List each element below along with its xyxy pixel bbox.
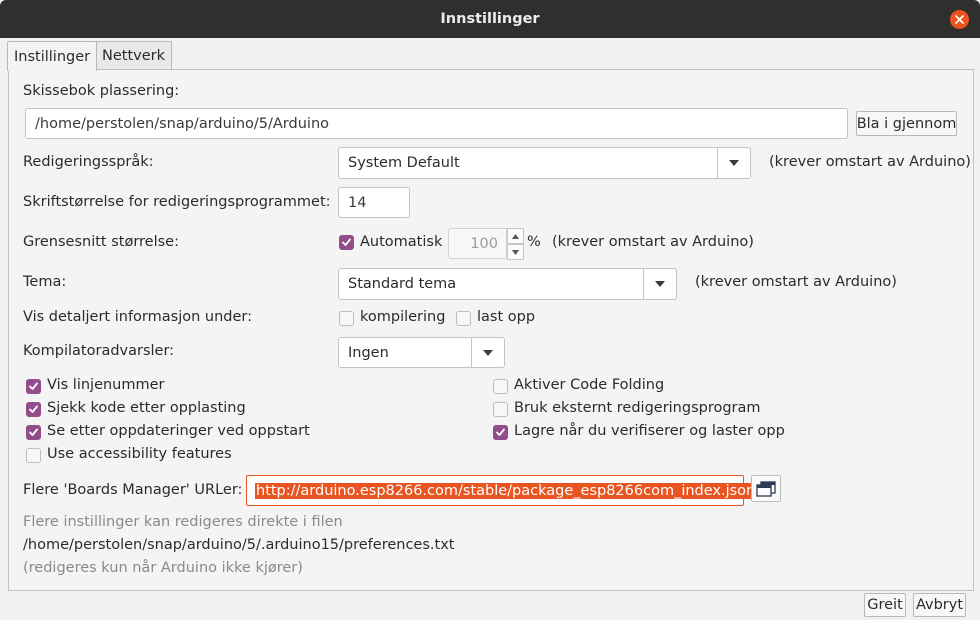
check-updates-label: Se etter oppdateringer ved oppstart: [47, 423, 310, 439]
auto-scale-checkbox[interactable]: [339, 235, 354, 250]
show-line-numbers-checkbox[interactable]: [26, 379, 41, 394]
checkmark-icon: [342, 238, 351, 246]
accessibility-label: Use accessibility features: [47, 446, 232, 462]
compiler-warnings-select[interactable]: Ingen: [338, 337, 505, 368]
interface-scale-note: (krever omstart av Arduino): [552, 234, 754, 250]
chevron-up-icon[interactable]: [507, 228, 524, 244]
scale-stepper[interactable]: [507, 228, 524, 260]
save-on-verify-label: Lagre når du verifiserer og laster opp: [514, 423, 785, 439]
chevron-down-icon: [643, 269, 676, 299]
tab-label: Instillinger: [14, 48, 91, 65]
verbose-label: Vis detaljert informasjon under:: [23, 309, 252, 325]
info-line-1: Flere instillinger kan redigeres direkte…: [23, 514, 343, 530]
verbose-upload-checkbox[interactable]: [456, 311, 471, 326]
verbose-compile-checkbox[interactable]: [339, 311, 354, 326]
ok-button[interactable]: Greit: [864, 593, 906, 617]
scale-input[interactable]: 100: [448, 228, 507, 259]
title-bar: Innstillinger: [0, 0, 980, 38]
chevron-down-icon[interactable]: [507, 244, 524, 260]
boards-manager-url-input[interactable]: http://arduino.esp8266.com/stable/packag…: [246, 475, 757, 506]
cancel-button[interactable]: Avbryt: [913, 593, 966, 617]
ok-button-label: Greit: [867, 597, 903, 613]
tab-network[interactable]: Nettverk: [95, 41, 172, 70]
checkmark-icon: [29, 405, 38, 413]
theme-value: Standard tema: [348, 276, 457, 292]
chevron-down-icon: [471, 338, 504, 367]
tab-label: Nettverk: [102, 48, 165, 64]
sketchbook-path-value: /home/perstolen/snap/arduino/5/Arduino: [35, 115, 330, 132]
theme-select[interactable]: Standard tema: [338, 268, 677, 300]
tab-settings[interactable]: Instillinger: [7, 41, 98, 71]
accessibility-checkbox[interactable]: [26, 448, 41, 463]
show-line-numbers-label: Vis linjenummer: [47, 377, 165, 393]
auto-scale-label: Automatisk: [360, 234, 443, 250]
sketchbook-path-input[interactable]: /home/perstolen/snap/arduino/5/Arduino: [25, 108, 848, 139]
info-line-3: (redigeres kun når Arduino ikke kjører): [23, 560, 303, 576]
close-button[interactable]: [950, 10, 969, 29]
save-on-verify-checkbox[interactable]: [493, 425, 508, 440]
browse-button[interactable]: Bla i gjennom: [856, 111, 957, 136]
checkmark-icon: [29, 428, 38, 436]
compiler-warnings-value: Ingen: [348, 344, 389, 361]
checkmark-icon: [496, 428, 505, 436]
font-size-input[interactable]: 14: [338, 187, 410, 218]
verbose-compile-label: kompilering: [360, 309, 446, 325]
edit-urls-button[interactable]: [751, 475, 781, 502]
font-size-label: Skriftstørrelse for redigeringsprogramme…: [23, 194, 331, 210]
editor-language-select[interactable]: System Default: [338, 147, 751, 179]
close-icon: [955, 15, 964, 24]
verbose-upload-label: last opp: [477, 309, 536, 325]
browse-button-label: Bla i gjennom: [856, 115, 957, 132]
code-folding-checkbox[interactable]: [493, 379, 508, 394]
verify-after-upload-label: Sjekk kode etter opplasting: [47, 400, 246, 416]
cancel-button-label: Avbryt: [915, 597, 964, 613]
scale-unit: %: [527, 234, 541, 250]
check-updates-checkbox[interactable]: [26, 425, 41, 440]
theme-label: Tema:: [23, 274, 67, 290]
external-editor-checkbox[interactable]: [493, 402, 508, 417]
settings-panel: Skissebok plassering: /home/perstolen/sn…: [8, 69, 974, 591]
window-title: Innstillinger: [440, 11, 540, 27]
external-editor-label: Bruk eksternt redigeringsprogram: [514, 400, 761, 416]
sketchbook-label: Skissebok plassering:: [23, 83, 180, 99]
scale-value: 100: [470, 235, 498, 252]
checkmark-icon: [29, 382, 38, 390]
tab-bar: Instillinger Nettverk: [0, 38, 980, 71]
preferences-file-path: /home/perstolen/snap/arduino/5/.arduino1…: [23, 537, 455, 553]
window-list-icon: [756, 480, 776, 497]
editor-language-label: Redigeringsspråk:: [23, 154, 154, 170]
chevron-down-icon: [717, 148, 750, 178]
boards-manager-label: Flere 'Boards Manager' URLer:: [23, 482, 243, 498]
compiler-warnings-label: Kompilatoradvarsler:: [23, 343, 175, 359]
code-folding-label: Aktiver Code Folding: [514, 377, 665, 393]
editor-language-value: System Default: [348, 155, 460, 171]
interface-scale-label: Grensesnitt størrelse:: [23, 234, 179, 250]
theme-note: (krever omstart av Arduino): [695, 274, 897, 290]
editor-language-note: (krever omstart av Arduino): [769, 154, 971, 170]
font-size-value: 14: [348, 194, 367, 211]
boards-manager-url-value: http://arduino.esp8266.com/stable/packag…: [255, 482, 757, 499]
verify-after-upload-checkbox[interactable]: [26, 402, 41, 417]
